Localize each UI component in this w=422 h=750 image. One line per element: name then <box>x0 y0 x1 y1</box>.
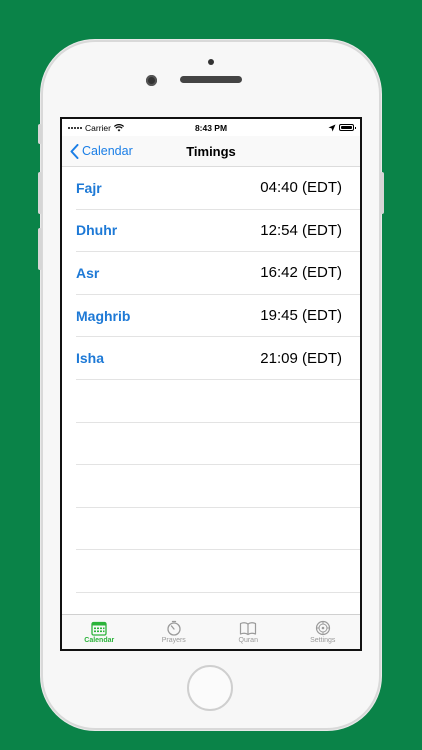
prayer-timings-list: Fajr 04:40 (EDT) Dhuhr 12:54 (EDT) Asr 1… <box>62 167 360 593</box>
location-arrow-icon <box>328 124 336 131</box>
tab-prayers[interactable]: Prayers <box>137 615 212 649</box>
tab-settings[interactable]: Settings <box>286 615 361 649</box>
prayer-name: Dhuhr <box>76 222 118 239</box>
prayer-time: 19:45 (EDT) <box>260 307 342 325</box>
volume-up-button <box>38 172 42 214</box>
tab-quran[interactable]: Quran <box>211 615 286 649</box>
empty-row <box>76 550 360 593</box>
home-button[interactable] <box>187 665 233 711</box>
prayer-name: Asr <box>76 264 100 281</box>
gear-icon <box>315 620 330 636</box>
calendar-icon <box>91 621 107 636</box>
back-button-label: Calendar <box>82 144 133 158</box>
signal-icon <box>68 126 82 129</box>
carrier-label: Carrier <box>85 122 111 133</box>
app-screen: Carrier 8:43 PM Calendar Timings Fajr 04… <box>60 117 362 651</box>
empty-row <box>76 508 360 551</box>
tab-label: Settings <box>310 637 336 644</box>
prayer-time: 04:40 (EDT) <box>260 179 342 197</box>
tab-bar: Calendar Prayers Quran Settings <box>62 614 360 649</box>
empty-row <box>76 465 360 508</box>
prayer-time: 16:42 (EDT) <box>260 264 342 282</box>
battery-icon <box>339 124 356 131</box>
tab-calendar[interactable]: Calendar <box>62 615 137 649</box>
wifi-icon <box>113 123 124 131</box>
table-row[interactable]: Isha 21:09 (EDT) <box>76 337 360 380</box>
proximity-sensor <box>208 59 214 65</box>
empty-row <box>76 380 360 423</box>
table-row[interactable]: Dhuhr 12:54 (EDT) <box>76 210 360 253</box>
empty-row <box>76 423 360 466</box>
tab-label: Calendar <box>84 636 115 644</box>
chevron-left-icon <box>70 143 79 159</box>
prayer-time: 21:09 (EDT) <box>260 349 342 367</box>
book-icon <box>240 621 257 635</box>
stopwatch-icon <box>167 620 181 636</box>
table-row[interactable]: Maghrib 19:45 (EDT) <box>76 295 360 338</box>
mute-switch <box>38 124 42 144</box>
prayer-name: Fajr <box>76 179 102 196</box>
table-row[interactable]: Fajr 04:40 (EDT) <box>76 167 360 210</box>
earpiece-speaker <box>180 76 242 83</box>
tab-label: Quran <box>238 636 258 644</box>
table-row[interactable]: Asr 16:42 (EDT) <box>76 252 360 295</box>
power-button <box>380 172 384 214</box>
status-bar: Carrier 8:43 PM <box>62 119 360 136</box>
navigation-bar: Calendar Timings <box>62 136 360 167</box>
back-button[interactable]: Calendar <box>62 143 133 159</box>
prayer-time: 12:54 (EDT) <box>260 221 342 239</box>
front-camera-icon <box>146 75 157 86</box>
tab-label: Prayers <box>161 637 186 644</box>
prayer-name: Isha <box>76 350 105 367</box>
prayer-name: Maghrib <box>76 307 131 324</box>
volume-down-button <box>38 228 42 270</box>
